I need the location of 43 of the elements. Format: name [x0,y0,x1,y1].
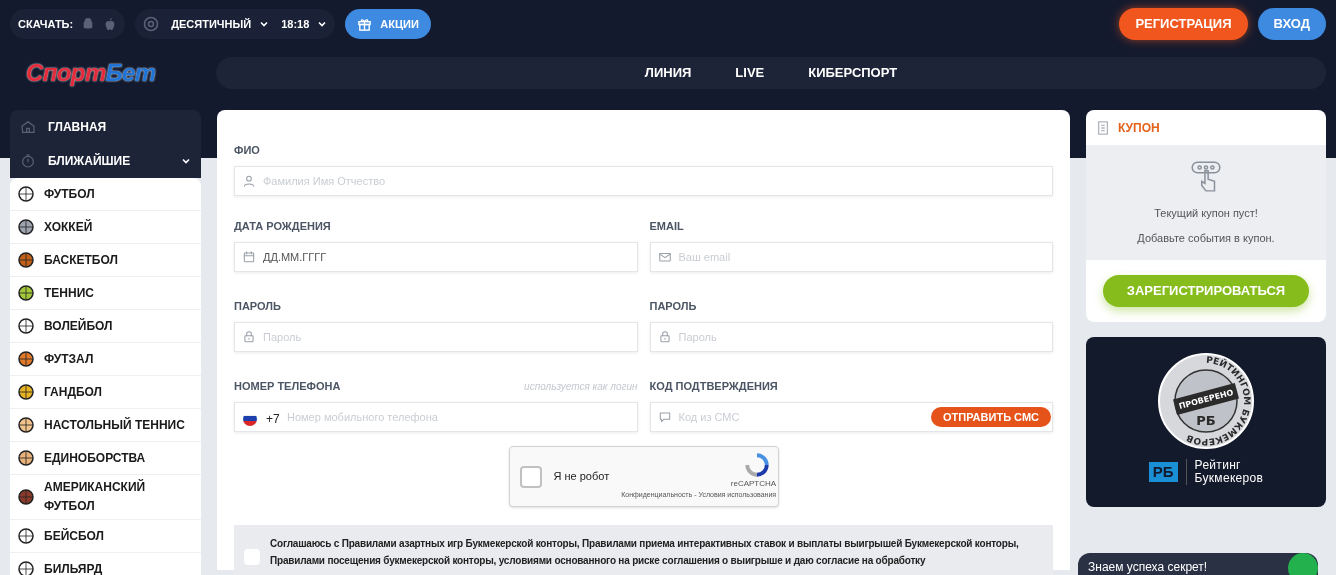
field-label: ПАРОЛЬ [649,298,697,314]
sport-item[interactable]: ФУТБОЛ [10,178,201,211]
field-label: EMAIL [649,218,684,234]
send-sms-button[interactable]: ОТПРАВИТЬ СМС [931,407,1051,427]
coupon-title: КУПОН [1118,119,1160,137]
download-label: СКАЧАТЬ: [18,16,74,32]
field-label: ПАРОЛЬ [234,298,281,314]
sidebar-item[interactable]: ГЛАВНАЯ [10,110,201,144]
rating-logo-mark: РБ [1148,462,1178,482]
nav-tab[interactable]: КИБЕРСПОРТ [808,63,898,83]
sport-item[interactable]: ВОЛЕЙБОЛ [10,310,201,343]
field-label: КОД ПОДТВЕРЖДЕНИЯ [649,378,778,394]
captcha-label: Я не робот [553,469,610,485]
sport-item[interactable]: БИЛЬЯРД [10,553,201,575]
odds-format-dropdown[interactable]: ДЕСЯТИЧНЫЙ [171,15,270,33]
nav-tab[interactable]: LIVE [735,63,765,83]
captcha-brand: reCAPTCHA [730,478,777,491]
rating-title: Рейтинг [1194,459,1242,472]
logo[interactable]: СпортБет [26,55,182,91]
consent-text: Соглашаюсь с Правилами азартных игр Букмекерской конторы, Правилами приема интерактивных ставок и выплаты выигрышей Букмекерской конторы, Правилами посещения букмекерской конторы, условиями основанного на риске соглашения о выигрыше и даю согласие на обработку [270,537,1020,568]
promo-button[interactable]: АКЦИИ [345,9,431,39]
field-label: НОМЕР ТЕЛЕФОНА [234,378,341,394]
sport-item[interactable]: БЕЙСБОЛ [10,520,201,553]
sport-item[interactable]: НАСТОЛЬНЫЙ ТЕННИС [10,409,201,442]
sport-item[interactable]: ТЕННИС [10,277,201,310]
input-field[interactable]: ДД.ММ.ГГГГ [234,242,638,272]
empty-coupon-hint: Добавьте события в купон. [1137,230,1275,246]
sport-item[interactable]: АМЕРИКАНСКИЙ ФУТБОЛ [10,475,201,520]
sport-item[interactable]: ЕДИНОБОРСТВА [10,442,201,475]
sport-item[interactable]: ФУТЗАЛ [10,343,201,376]
sport-item[interactable]: ХОККЕЙ [10,211,201,244]
chat-widget[interactable]: Знаем успеха секрет! [1078,553,1318,575]
login-button[interactable]: ВХОД [1257,8,1326,40]
sport-item[interactable]: БАСКЕТБОЛ [10,244,201,277]
field-label: ФИО [234,142,260,158]
empty-coupon-message: Текущий купон пуст! [1154,206,1258,221]
sidebar-item[interactable]: БЛИЖАЙШИЕ [10,144,201,178]
field-label: ДАТА РОЖДЕНИЯ [234,218,331,234]
phone-prefix: +7 [266,411,280,428]
rating-subtitle: Букмекеров [1194,472,1264,485]
sport-item[interactable]: ГАНДБОЛ [10,376,201,409]
time-dropdown[interactable]: 18:18 [281,15,328,33]
nav-tab[interactable]: ЛИНИЯ [644,63,692,83]
